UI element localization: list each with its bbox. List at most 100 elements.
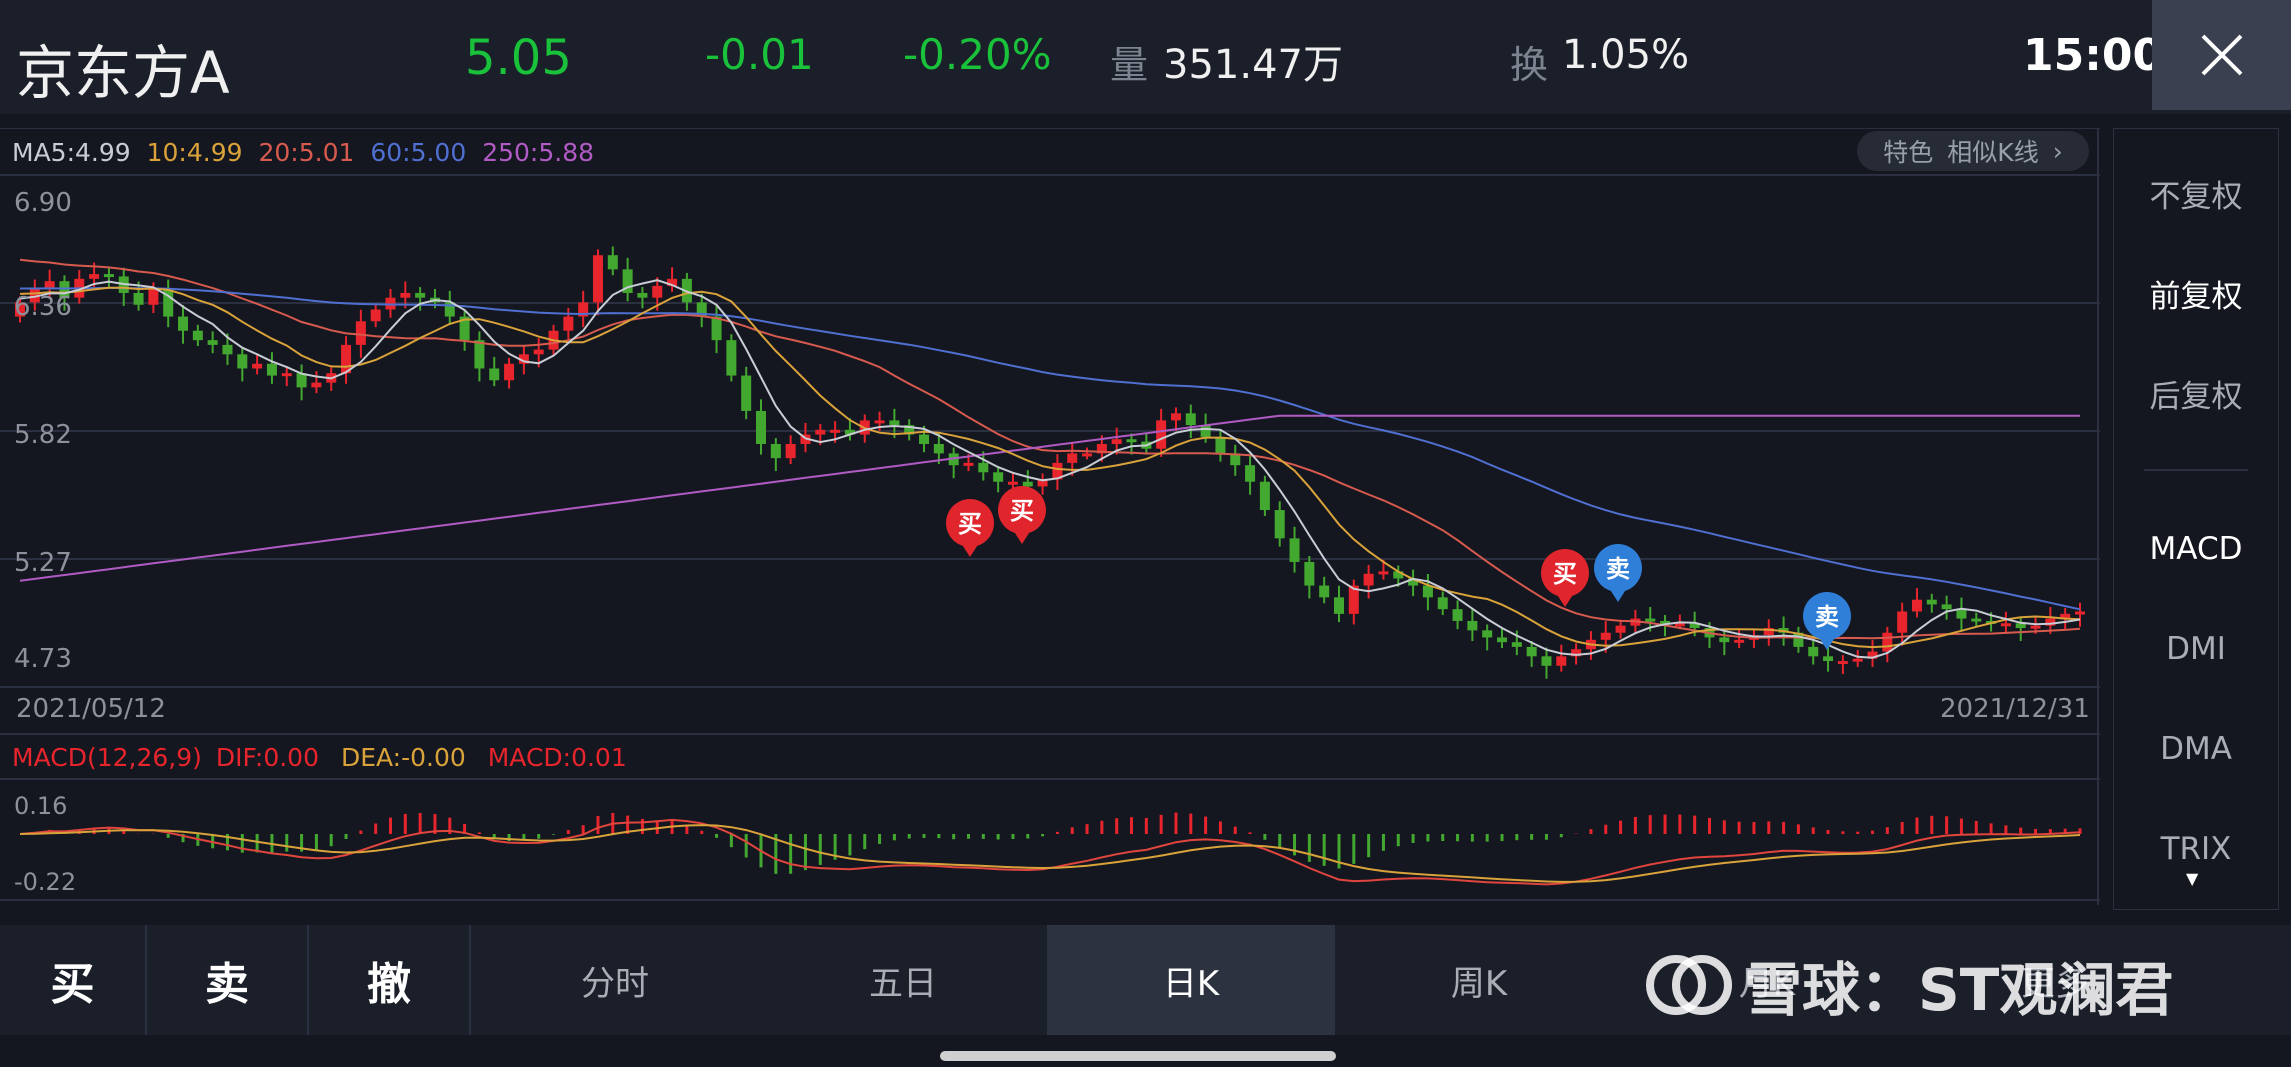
- candle-body: [474, 340, 485, 369]
- side-no-adjust[interactable]: 不复权: [2114, 171, 2278, 216]
- candle-body: [1304, 561, 1315, 586]
- date-start: 2021/05/12: [16, 694, 166, 724]
- turnover-value: 1.05%: [1562, 32, 1690, 78]
- price-tick-2: 5.82: [14, 420, 72, 450]
- side-dma[interactable]: DMA: [2114, 731, 2278, 767]
- macd-dif: DIF:0.00: [215, 743, 319, 772]
- side-backward-adjust[interactable]: 后复权: [2114, 371, 2278, 416]
- candle-body: [415, 292, 426, 298]
- volume-label: 量: [1110, 43, 1149, 87]
- watermark-text: 雪球：ST观澜君: [1744, 956, 2174, 1024]
- kline-chart-area[interactable]: 买买买卖卖 MA5:4.99 10:4.99 20:5.01 60:5.00 2…: [0, 128, 2100, 905]
- chart-tools-pill[interactable]: 特色 相似K线 ›: [1857, 131, 2089, 171]
- side-forward-adjust[interactable]: 前复权: [2114, 271, 2278, 316]
- cancel-order-button[interactable]: 撤: [309, 925, 471, 1035]
- buy-button[interactable]: 买: [0, 925, 147, 1035]
- candle-body: [103, 274, 114, 278]
- candle-body: [592, 255, 603, 303]
- candle-body: [1497, 637, 1508, 643]
- candle-body: [1200, 425, 1211, 437]
- similar-k-button[interactable]: 相似K线: [1947, 133, 2038, 169]
- candle-body: [1156, 420, 1167, 449]
- candle-body: [978, 462, 989, 473]
- caret-down-icon[interactable]: ▼: [2186, 869, 2198, 888]
- tab-five-day[interactable]: 五日: [759, 925, 1047, 1035]
- candle-body: [163, 288, 174, 317]
- side-macd[interactable]: MACD: [2114, 531, 2278, 567]
- tab-intraday[interactable]: 分时: [471, 925, 759, 1035]
- sell-button[interactable]: 卖: [147, 925, 309, 1035]
- candle-body: [1719, 637, 1730, 643]
- ma10-legend: 10:4.99: [146, 138, 243, 167]
- candle-body: [830, 429, 841, 433]
- sidebar-divider: [2144, 469, 2248, 471]
- kline-chart-svg: 买买买 卖卖: [0, 128, 2100, 905]
- tab-weekly-k[interactable]: 周K: [1335, 925, 1623, 1035]
- candle-body: [1808, 646, 1819, 657]
- candle-body: [192, 330, 203, 341]
- candle-body: [993, 472, 1004, 482]
- candle-body: [207, 340, 218, 345]
- home-indicator[interactable]: [940, 1051, 1336, 1061]
- quote-time: 15:00: [2023, 30, 2164, 81]
- candle-body: [311, 382, 322, 388]
- candle-body: [933, 443, 944, 454]
- candle-body: [1971, 618, 1982, 622]
- candle-body: [2000, 623, 2011, 627]
- candle-body: [1926, 599, 1937, 605]
- candle-body: [1111, 439, 1122, 444]
- candle-body: [1437, 597, 1448, 610]
- stock-name: 京东方A: [16, 39, 230, 107]
- macd-tick-bottom: -0.22: [14, 868, 77, 896]
- candle-body: [1363, 573, 1374, 586]
- candle-body: [919, 434, 930, 444]
- candle-body: [1823, 656, 1834, 662]
- sell-marker-label: 卖: [1815, 603, 1839, 631]
- candle-body: [1259, 481, 1270, 511]
- candle-body: [148, 288, 159, 305]
- candle-body: [1956, 609, 1967, 619]
- candle-body: [1126, 439, 1137, 443]
- candle-body: [1245, 465, 1256, 482]
- candle-body: [563, 316, 574, 331]
- buy-marker-label: 买: [958, 510, 982, 538]
- price-change: -0.01: [705, 30, 814, 79]
- candle-body: [1882, 632, 1893, 652]
- candle-body: [1422, 585, 1433, 598]
- candle-body: [770, 443, 781, 459]
- macd-tick-top: 0.16: [14, 792, 68, 820]
- candle-body: [370, 309, 381, 322]
- feature-button[interactable]: 特色: [1883, 133, 1933, 169]
- candle-body: [178, 316, 189, 331]
- candle-body: [1274, 510, 1285, 539]
- buy-marker-label: 买: [1553, 560, 1577, 588]
- candle-body: [252, 363, 263, 369]
- sell-marker-label: 卖: [1606, 555, 1630, 583]
- ma60-legend: 60:5.00: [370, 138, 467, 167]
- close-button[interactable]: [2152, 0, 2291, 110]
- candle-body: [1378, 571, 1389, 575]
- candle-body: [489, 368, 500, 381]
- buy-marker-label: 买: [1010, 497, 1034, 525]
- candle-body: [1185, 413, 1196, 426]
- macd-dea: DEA:-0.00: [340, 743, 466, 772]
- side-dmi[interactable]: DMI: [2114, 631, 2278, 667]
- chevron-right-icon: ›: [2052, 136, 2063, 166]
- candle-body: [1467, 620, 1478, 631]
- candle-body: [1170, 413, 1181, 421]
- candle-body: [963, 462, 974, 466]
- candle-body: [1289, 538, 1300, 562]
- candle-body: [815, 429, 826, 435]
- watermark: 雪球：ST观澜君: [1646, 945, 2173, 1025]
- candle-body: [1511, 642, 1522, 647]
- tab-daily-k[interactable]: 日K: [1047, 925, 1335, 1035]
- candle-body: [741, 375, 752, 411]
- ma5-legend: MA5:4.99: [12, 138, 131, 167]
- candle-body: [281, 373, 292, 377]
- candle-body: [1482, 630, 1493, 638]
- candle-body: [237, 354, 248, 369]
- candle-body: [1007, 481, 1018, 485]
- side-trix[interactable]: TRIX: [2114, 831, 2278, 867]
- candle-body: [1333, 597, 1344, 614]
- candle-body: [89, 274, 100, 279]
